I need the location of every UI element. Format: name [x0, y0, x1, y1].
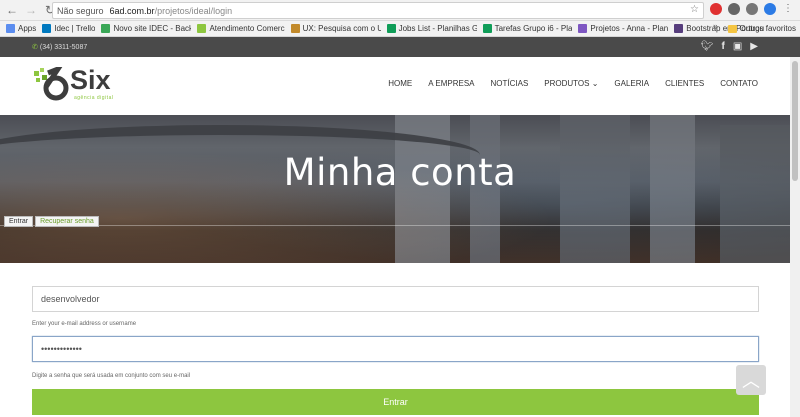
bookmarks-overflow-button[interactable]: »: [713, 21, 718, 31]
bookmark-item[interactable]: Idec | Trello: [42, 24, 95, 33]
trello-icon: [42, 24, 52, 33]
bookmark-item[interactable]: Novo site IDEC - Back: [101, 24, 191, 33]
login-submit-button[interactable]: Entrar: [32, 389, 759, 415]
page-scrollbar[interactable]: [790, 57, 800, 417]
logo[interactable]: Six agência digital: [32, 65, 127, 103]
bookmark-item[interactable]: Projetos - Anna - Plan: [578, 24, 668, 33]
bookmark-item[interactable]: Tarefas Grupo i6 - Pla: [482, 24, 572, 33]
instagram-icon[interactable]: ▣: [733, 41, 742, 52]
cookie-extension-icon[interactable]: [746, 3, 758, 15]
logo-tagline: agência digital: [74, 95, 114, 101]
other-bookmarks[interactable]: Outros favoritos: [727, 24, 796, 33]
browser-toolbar: ← → ↻ Não seguro 6ad.com.br /projetos/id…: [0, 0, 800, 21]
youtube-icon[interactable]: ▶: [750, 41, 758, 52]
bookmark-item[interactable]: Jobs List - Planilhas G: [386, 24, 477, 33]
logo-mark-icon: [34, 67, 69, 101]
forward-icon[interactable]: →: [24, 3, 38, 17]
security-indicator[interactable]: Não seguro: [57, 6, 104, 16]
url-path: /projetos/ideal/login: [154, 5, 233, 16]
url-host: 6ad.com.br: [109, 5, 155, 16]
menu-item-noticias[interactable]: NOTÍCIAS: [491, 79, 529, 88]
tab-entrar[interactable]: Entrar: [4, 216, 34, 227]
password-help: Digite a senha que será usada em conjunt…: [32, 373, 191, 379]
phone-number: ✆ (34) 3311-5087: [32, 44, 88, 51]
folder-icon: [727, 24, 737, 33]
page-title: Minha conta: [283, 151, 517, 194]
menu-item-galeria[interactable]: GALERIA: [614, 79, 649, 88]
bookmark-item[interactable]: UX: Pesquisa com o U: [290, 24, 381, 33]
opera-extension-icon[interactable]: [710, 3, 722, 15]
logo-wordmark: Six: [70, 65, 111, 95]
menu-item-clientes[interactable]: CLIENTES: [665, 79, 704, 88]
menu-item-home[interactable]: HOME: [388, 79, 412, 88]
password-input[interactable]: •••••••••••••: [32, 336, 759, 362]
site-header: Six agência digital HOME A EMPRESA NOTÍC…: [0, 57, 800, 115]
menu-icon[interactable]: ⋮: [782, 3, 794, 15]
sync-extension-icon[interactable]: [764, 3, 776, 15]
drive-icon: [578, 24, 588, 33]
scrollbar-thumb[interactable]: [792, 61, 798, 181]
page-icon: [197, 24, 207, 33]
extension-icons: ⋮: [710, 3, 794, 15]
main-menu: HOME A EMPRESA NOTÍCIAS PRODUTOS ⌄ GALER…: [388, 79, 758, 88]
bookmarks-bar: Apps Idec | Trello Novo site IDEC - Back…: [0, 21, 800, 37]
address-bar[interactable]: Não seguro 6ad.com.br /projetos/ideal/lo…: [52, 2, 704, 19]
twitter-icon[interactable]: 🐦︎: [701, 41, 714, 52]
blocker-extension-icon[interactable]: [728, 3, 740, 15]
chevron-up-icon: ︿: [742, 371, 760, 391]
apps-icon: [6, 24, 15, 33]
back-to-top-button[interactable]: ︿: [736, 365, 766, 395]
bookmark-star-icon[interactable]: ☆: [690, 4, 699, 15]
bookmark-item[interactable]: Atendimento Comerc: [197, 24, 285, 33]
site-topbar: ✆ (34) 3311-5087 🐦︎ f ▣ ▶: [0, 37, 800, 57]
menu-item-empresa[interactable]: A EMPRESA: [428, 79, 474, 88]
social-links: 🐦︎ f ▣ ▶: [701, 41, 758, 52]
sheets-icon: [482, 24, 492, 33]
sheets-icon: [101, 24, 111, 33]
username-help: Enter your e-mail address or username: [32, 321, 137, 327]
facebook-icon[interactable]: f: [722, 41, 725, 52]
account-tabs: Entrar Recuperar senha: [4, 216, 99, 227]
login-form: desenvolvedor Enter your e-mail address …: [0, 263, 800, 417]
menu-item-produtos[interactable]: PRODUTOS ⌄: [544, 79, 598, 88]
bookmark-apps[interactable]: Apps: [6, 24, 36, 33]
hero-divider: [0, 225, 800, 226]
phone-icon: ✆: [32, 44, 38, 51]
back-icon[interactable]: ←: [5, 3, 19, 17]
sheets-icon: [386, 24, 396, 33]
person-icon: [290, 24, 300, 33]
menu-item-contato[interactable]: CONTATO: [720, 79, 758, 88]
tab-recuperar-senha[interactable]: Recuperar senha: [35, 216, 99, 227]
bootstrap-icon: [674, 24, 684, 33]
username-input[interactable]: desenvolvedor: [32, 286, 759, 312]
hero-banner: Minha conta Entrar Recuperar senha: [0, 115, 800, 263]
